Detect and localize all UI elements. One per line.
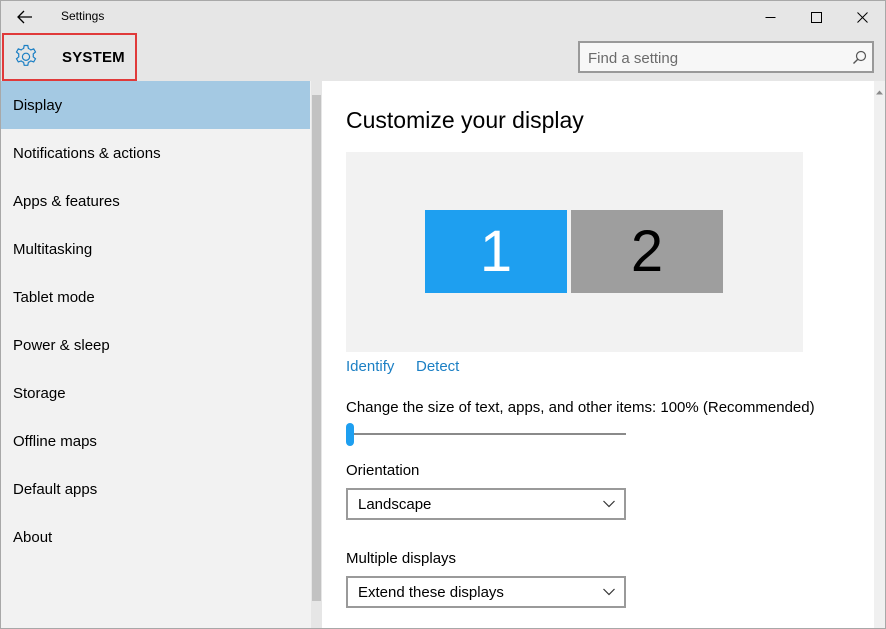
sidebar-item-offline-maps[interactable]: Offline maps [1, 417, 310, 465]
sidebar-item-label: Notifications & actions [13, 144, 161, 162]
title-bar: Settings [1, 1, 885, 33]
maximize-icon [810, 11, 822, 23]
sidebar-item-label: Display [13, 96, 63, 114]
display-arrangement: 1 2 [346, 152, 803, 352]
back-button[interactable] [9, 3, 41, 31]
close-icon [856, 11, 868, 23]
orientation-dropdown[interactable]: Landscape [346, 488, 626, 520]
main-content: Customize your display 1 2 Identify Dete… [322, 81, 874, 628]
sidebar-item-apps-features[interactable]: Apps & features [1, 177, 310, 225]
sidebar-item-label: Tablet mode [13, 288, 95, 306]
minimize-icon [765, 16, 775, 18]
sidebar-item-about[interactable]: About [1, 513, 310, 561]
close-button[interactable] [839, 1, 885, 33]
multiple-displays-value: Extend these displays [358, 584, 504, 601]
multiple-displays-dropdown[interactable]: Extend these displays [346, 576, 626, 608]
settings-window: Settings SYSTEM Find a setting Display N… [0, 0, 886, 629]
scale-slider-thumb[interactable] [346, 423, 354, 446]
sidebar-item-label: About [13, 528, 53, 546]
sidebar-item-display[interactable]: Display [1, 81, 310, 129]
search-box[interactable] [578, 41, 874, 73]
section-title: SYSTEM [62, 49, 125, 66]
sidebar-item-label: Storage [13, 384, 66, 402]
content-scrollbar[interactable] [874, 81, 885, 628]
search-input[interactable] [588, 48, 838, 68]
orientation-label: Orientation [346, 462, 420, 479]
identify-link[interactable]: Identify [346, 358, 394, 375]
scroll-up-icon[interactable] [876, 89, 883, 96]
minimize-button[interactable] [747, 1, 793, 33]
sidebar-scrollbar-thumb[interactable] [312, 95, 321, 601]
monitor-number: 1 [479, 219, 513, 284]
sidebar-item-multitasking[interactable]: Multitasking [1, 225, 310, 273]
maximize-button[interactable] [793, 1, 839, 33]
detect-link[interactable]: Detect [416, 358, 459, 375]
monitor-2[interactable]: 2 [571, 210, 723, 293]
sidebar-item-label: Default apps [13, 480, 98, 498]
chevron-down-icon [603, 500, 615, 508]
scale-label: Change the size of text, apps, and other… [346, 399, 815, 416]
orientation-value: Landscape [358, 496, 432, 513]
sidebar-item-storage[interactable]: Storage [1, 369, 310, 417]
system-header: SYSTEM [2, 33, 137, 81]
sidebar-item-default-apps[interactable]: Default apps [1, 465, 310, 513]
gear-icon [15, 44, 37, 66]
sidebar-item-label: Apps & features [13, 192, 120, 210]
back-arrow-icon [17, 10, 32, 24]
scale-slider-track[interactable] [346, 433, 626, 435]
sidebar-item-label: Multitasking [13, 240, 93, 258]
search-icon[interactable] [852, 50, 867, 65]
monitor-1[interactable]: 1 [425, 210, 567, 293]
monitor-number: 2 [630, 219, 664, 284]
window-title: Settings [61, 9, 105, 23]
sidebar-item-label: Power & sleep [13, 336, 110, 354]
page-title: Customize your display [346, 107, 584, 133]
chevron-down-icon [603, 588, 615, 596]
sidebar-scrollbar[interactable] [311, 81, 322, 628]
sidebar-item-notifications[interactable]: Notifications & actions [1, 129, 310, 177]
multiple-displays-label: Multiple displays [346, 550, 457, 567]
sidebar-item-power-sleep[interactable]: Power & sleep [1, 321, 310, 369]
sidebar-item-tablet-mode[interactable]: Tablet mode [1, 273, 310, 321]
sidebar-item-label: Offline maps [13, 432, 97, 450]
sidebar: Display Notifications & actions Apps & f… [1, 81, 311, 628]
